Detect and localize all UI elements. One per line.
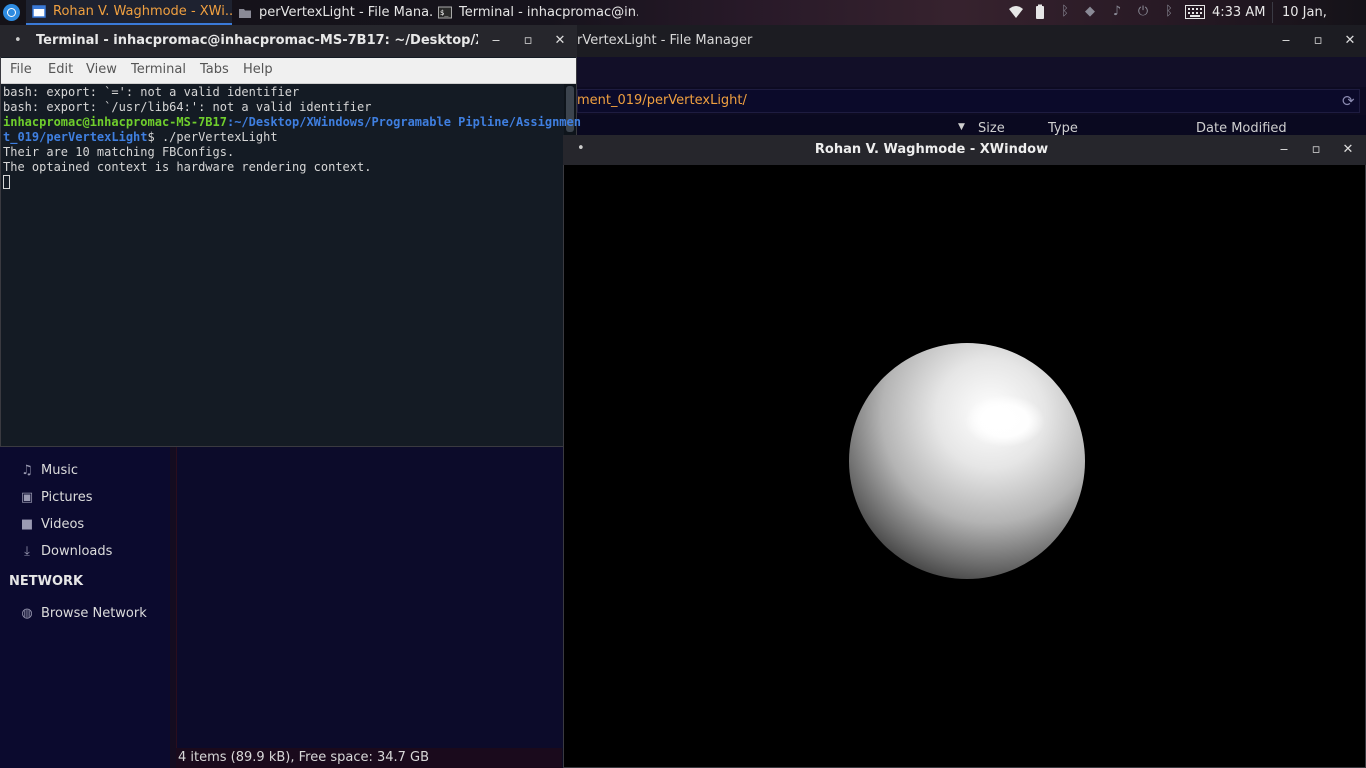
menu-terminal[interactable]: Terminal [131,62,186,77]
minimize-icon[interactable]: ‒ [1278,33,1294,49]
sidebar-item-videos[interactable]: ■ Videos [20,513,84,535]
folder-icon [239,9,251,18]
sidebar-item-label: Music [41,462,78,478]
sidebar-item-downloads[interactable]: ⤓ Downloads [20,540,112,562]
maximize-icon[interactable]: ▫ [1308,142,1324,158]
menu-edit[interactable]: Edit [48,62,73,77]
xwindow-title: Rohan V. Waghmode - XWindow [814,142,1049,157]
sidebar-item-music[interactable]: ♫ Music [20,459,78,481]
terminal-command: $ ./perVertexLight [147,130,278,144]
download-icon: ⤓ [24,543,30,559]
minimize-icon[interactable]: ‒ [1276,142,1292,158]
sort-arrow-icon: ▼ [958,122,965,132]
taskbar-item-file-manager[interactable]: perVertexLight - File Mana... [232,0,432,25]
bluetooth-icon[interactable]: ᛒ [1057,4,1073,20]
terminal-icon: $_ [438,6,452,19]
maximize-icon[interactable]: ▫ [1310,33,1326,49]
menu-help[interactable]: Help [243,62,273,77]
prompt-path: t_019/perVertexLight [3,130,148,144]
keyboard-icon[interactable] [1185,4,1205,20]
sidebar-item-pictures[interactable]: ▣ Pictures [20,486,93,508]
taskbar-item-xwindow[interactable]: Rohan V. Waghmode - XWi... [26,0,232,25]
prompt-user: inhacpromac@inhacpromac-MS-7B17 [3,115,227,129]
file-manager-toolbar [577,57,1366,87]
menu-tabs[interactable]: Tabs [200,62,229,77]
column-date-modified[interactable]: Date Modified [1196,121,1287,136]
window-menu-icon[interactable]: • [14,33,22,48]
terminal-cursor [3,175,10,189]
close-icon[interactable]: ✕ [1340,142,1356,158]
terminal-line: Their are 10 matching FBConfigs. [3,145,235,159]
close-icon[interactable]: ✕ [1342,33,1358,49]
taskbar-item-label: Rohan V. Waghmode - XWi... [53,4,232,19]
panel-clock[interactable]: 4:33 AM [1212,0,1265,25]
music-icon: ♫ [21,462,33,478]
column-size[interactable]: Size [978,121,1005,136]
sidebar-item-label: Pictures [41,489,93,505]
sidebar-item-label: Downloads [41,543,113,559]
taskbar-item-label: Terminal - inhacpromac@in... [459,5,638,20]
file-list-area[interactable] [176,446,563,748]
sidebar-section-network: NETWORK [9,574,84,589]
sidebar-item-label: Browse Network [41,605,147,621]
menu-file[interactable]: File [10,62,32,77]
close-icon[interactable]: ✕ [552,33,568,49]
maximize-icon[interactable]: ▫ [520,33,536,49]
video-icon: ■ [20,516,34,532]
menu-view[interactable]: View [86,62,117,77]
network-globe-icon: ◍ [21,605,33,621]
minimize-icon[interactable]: ‒ [488,33,504,49]
terminal-prompt-line: t_019/perVertexLight$ ./perVertexLight [3,130,278,145]
location-path[interactable]: ment_019/perVertexLight/ [577,93,747,108]
battery-icon[interactable] [1032,4,1048,20]
status-text: 4 items (89.9 kB), Free space: 34.7 GB [178,750,430,765]
app-menu-icon[interactable] [3,4,20,21]
terminal-title: Terminal - inhacpromac@inhacpromac-MS-7B… [36,33,478,48]
taskbar-item-label: perVertexLight - File Mana... [259,5,432,20]
wifi-icon[interactable] [1008,4,1024,20]
terminal-line: bash: export: `/usr/lib64:': not a valid… [3,100,372,114]
svg-text:$_: $_ [440,9,449,17]
panel-date[interactable]: 10 Jan, 04:33 [1282,0,1366,45]
panel-separator [1272,2,1273,23]
network-icon[interactable]: ◆ [1082,4,1098,20]
sidebar-item-label: Videos [41,516,85,532]
sidebar-item-browse-network[interactable]: ◍ Browse Network [20,602,147,624]
bluetooth-status-icon[interactable]: ᛒ [1161,4,1177,20]
window-icon [32,5,46,18]
pictures-icon: ▣ [20,489,34,505]
taskbar-item-terminal[interactable]: $_ Terminal - inhacpromac@in... [432,0,638,25]
terminal-line: bash: export: `=': not a valid identifie… [3,85,300,99]
terminal-prompt-line: inhacpromac@inhacpromac-MS-7B17:~/Deskto… [3,115,581,130]
lit-sphere [849,343,1085,579]
refresh-icon[interactable]: ⟳ [1342,92,1355,110]
file-manager-title: rVertexLight - File Manager [577,33,753,48]
volume-icon[interactable]: ♪ [1109,4,1125,20]
prompt-path: :~/Desktop/XWindows/Programable Pipline/… [226,115,581,129]
power-icon[interactable]: ⏻ [1135,4,1151,20]
terminal-line: The optained context is hardware renderi… [3,160,372,174]
column-type[interactable]: Type [1048,121,1078,136]
